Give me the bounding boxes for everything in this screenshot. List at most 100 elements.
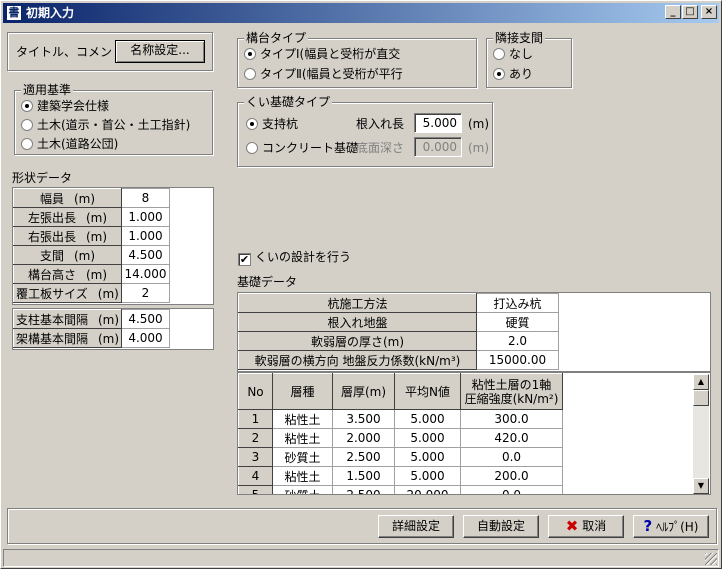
layer-header-type: 層種 [272, 373, 333, 410]
layer-cell[interactable]: 200.0 [460, 466, 563, 486]
shape-row-header: 架構基本間隔 (m) [13, 328, 122, 348]
shape-row-unit: (m) [73, 191, 96, 206]
layer-cell[interactable]: 5.000 [394, 466, 461, 486]
layer-cell[interactable]: 3.500 [332, 409, 395, 429]
name-setting-button[interactable]: 名称設定... [115, 40, 205, 63]
foundation-row: 杭施工方法 打込み杭 [238, 293, 559, 313]
cap-type-option-1[interactable]: タイプⅡ(幅員と受桁が平行 [244, 67, 403, 81]
standard-group: 適用基準 建築学会仕様 土木(道示・首公・土工指針) 土木(道路公団) [14, 83, 213, 155]
radio-button [21, 100, 33, 112]
foundation-data-title: 基礎データ [237, 275, 298, 289]
shape-row: 覆工板サイズ (m) 2 [13, 283, 170, 303]
shape-row-value[interactable]: 4.000 [121, 328, 170, 348]
foundation-row: 軟弱層の厚さ(m) 2.0 [238, 331, 559, 351]
layer-row-no: 2 [238, 428, 273, 448]
layer-header-no: No [238, 373, 273, 410]
shape-row-unit: (m) [97, 286, 119, 301]
layer-row-no: 4 [238, 466, 273, 486]
layer-scrollbar[interactable]: ▲ ▼ [693, 374, 709, 494]
shape-row-value[interactable]: 1.000 [121, 226, 170, 246]
foundation-row: 軟弱層の横方向 地盤反力係数(kN/m³) 15000.00 [238, 350, 559, 370]
layer-row: 4 粘性土 1.500 5.000 200.0 [238, 466, 563, 486]
foundation-row-value[interactable]: 2.0 [476, 331, 559, 351]
auto-setting-button[interactable]: 自動設定 [463, 515, 539, 538]
layer-row: 5砂質土2.50020.0000.0 [238, 485, 563, 494]
shape-row-value[interactable]: 4.500 [121, 309, 170, 329]
shape-row-label: 架構基本間隔 [15, 331, 88, 346]
standard-option-1[interactable]: 土木(道示・首公・土工指針) [21, 118, 190, 132]
layer-row: 1 粘性土 3.500 5.000 300.0 [238, 409, 563, 429]
adjacent-span-legend: 隣接支間 [493, 31, 546, 45]
help-button[interactable]: ? ﾍﾙﾌﾟ(H) [633, 515, 709, 538]
layer-cell[interactable]: 5.000 [394, 447, 461, 467]
adjacent-option-0[interactable]: なし [493, 47, 533, 61]
pile-design-checkbox[interactable]: ✔ くいの設計を行う [238, 250, 351, 266]
radio-button [493, 48, 505, 60]
layer-cell[interactable]: 420.0 [460, 428, 563, 448]
cap-type-option-0[interactable]: タイプⅠ(幅員と受桁が直交 [244, 47, 400, 61]
shape-row-header: 左張出長 (m) [13, 207, 122, 227]
status-bar [3, 549, 719, 567]
scroll-down-icon[interactable]: ▼ [693, 478, 709, 494]
layer-cell[interactable]: 粘性土 [272, 428, 333, 448]
foundation-row-value[interactable]: 硬質 [476, 312, 559, 332]
title-bar[interactable]: 書 初期入力 _ □ × [3, 3, 719, 23]
pile-type-option-0[interactable]: 支持杭 [246, 117, 298, 131]
layer-cell[interactable]: 2.500 [332, 447, 395, 467]
layer-cell[interactable]: 2.000 [332, 428, 395, 448]
app-icon[interactable]: 書 [6, 5, 22, 21]
layer-row: 3 砂質土 2.500 5.000 0.0 [238, 447, 563, 467]
layer-row-no: 3 [238, 447, 273, 467]
shape-row-value[interactable]: 2 [121, 283, 170, 303]
shape-row-value[interactable]: 14.000 [121, 264, 170, 284]
shape-row-value[interactable]: 1.000 [121, 207, 170, 227]
shape-row: 構台高さ (m) 14.000 [13, 264, 170, 284]
adjacent-span-group: 隣接支間 なし あり [486, 31, 572, 88]
shape-row-header: 右張出長 (m) [13, 226, 122, 246]
shape-row-value[interactable]: 8 [121, 188, 170, 208]
bottom-unit-label: (m) [468, 141, 490, 155]
layer-cell[interactable]: 0.0 [460, 485, 563, 494]
layer-cell[interactable]: 粘性土 [272, 409, 333, 429]
shape-row-header: 支間 (m) [13, 245, 122, 265]
layer-cell[interactable]: 砂質土 [272, 485, 333, 494]
layer-cell[interactable]: 2.500 [332, 485, 395, 494]
detail-setting-button[interactable]: 詳細設定 [378, 515, 454, 538]
scroll-up-icon[interactable]: ▲ [693, 374, 709, 390]
bottom-depth-input[interactable]: 0.000 [414, 137, 462, 157]
embed-length-input[interactable]: 5.000 [414, 113, 462, 133]
layer-cell[interactable]: 20.000 [394, 485, 461, 494]
shape-row-label: 覆工板サイズ [16, 286, 88, 301]
foundation-row-value[interactable]: 15000.00 [476, 350, 559, 370]
standard-option-2[interactable]: 土木(道路公団) [21, 137, 118, 151]
layer-cell[interactable]: 300.0 [460, 409, 563, 429]
pile-type-option-1[interactable]: コンクリート基礎 [246, 141, 358, 155]
radio-button [244, 48, 256, 60]
shape-row-label: 支柱基本間隔 [15, 312, 88, 327]
layer-cell[interactable]: 5.000 [394, 428, 461, 448]
resize-grip-icon[interactable] [705, 553, 717, 565]
layer-cell[interactable]: 砂質土 [272, 447, 333, 467]
shape-row-header: 幅員 (m) [13, 188, 122, 208]
layer-cell[interactable]: 粘性土 [272, 466, 333, 486]
maximize-button[interactable]: □ [682, 5, 698, 19]
close-button[interactable]: × [701, 5, 717, 19]
cancel-button[interactable]: ✖ 取消 [548, 515, 624, 538]
scroll-thumb[interactable] [693, 390, 709, 406]
foundation-row-value[interactable]: 打込み杭 [476, 293, 559, 313]
adjacent-option-1[interactable]: あり [493, 67, 533, 81]
radio-button [21, 119, 33, 131]
layer-cell[interactable]: 0.0 [460, 447, 563, 467]
pile-type-legend: くい基礎タイプ [244, 95, 333, 109]
shape-row: 左張出長 (m) 1.000 [13, 207, 170, 227]
standard-option-0[interactable]: 建築学会仕様 [21, 99, 109, 113]
foundation-row-label: 軟弱層の厚さ(m) [238, 331, 477, 351]
shape-row-value[interactable]: 4.500 [121, 245, 170, 265]
minimize-button[interactable]: _ [665, 5, 681, 19]
shape-row-unit: (m) [73, 248, 96, 263]
layer-cell[interactable]: 5.000 [394, 409, 461, 429]
shape-row-label: 幅員 [39, 191, 64, 206]
layer-cell[interactable]: 1.500 [332, 466, 395, 486]
layer-header-thickness: 層厚(m) [332, 373, 395, 410]
foundation-row-label: 根入れ地盤 [238, 312, 477, 332]
